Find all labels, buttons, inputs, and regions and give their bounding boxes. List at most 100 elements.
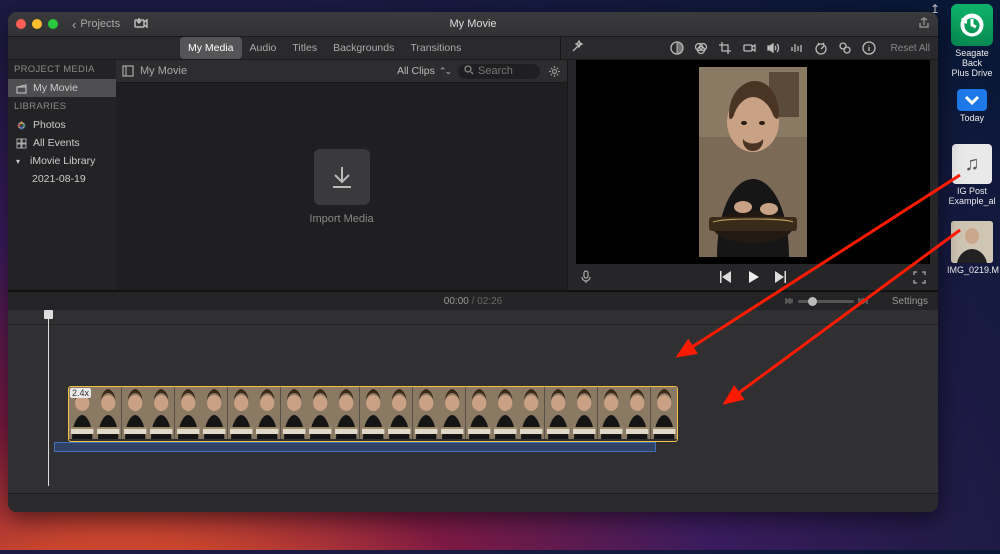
sidebar-section-libraries: LIBRARIES bbox=[8, 97, 116, 116]
sidebar-section-project: PROJECT MEDIA bbox=[8, 60, 116, 79]
back-label[interactable]: Projects bbox=[80, 18, 120, 30]
color-balance-icon[interactable] bbox=[669, 40, 685, 56]
zoom-thumb[interactable] bbox=[808, 297, 817, 306]
tab-titles[interactable]: Titles bbox=[284, 37, 325, 59]
share-button[interactable] bbox=[918, 17, 930, 32]
close-window-button[interactable] bbox=[16, 19, 26, 29]
event-label: 2021-08-19 bbox=[32, 173, 86, 185]
desktop-file-1[interactable]: ♫ IG Post Example_al bbox=[947, 144, 997, 206]
info-icon[interactable] bbox=[861, 40, 877, 56]
sidebar-item-photos[interactable]: Photos bbox=[8, 116, 116, 134]
sidebar-item-event[interactable]: 2021-08-19 bbox=[8, 170, 116, 188]
grid-icon bbox=[16, 138, 27, 149]
playhead[interactable] bbox=[48, 310, 49, 486]
today-folder[interactable]: Today bbox=[947, 89, 997, 123]
sidebar-item-project[interactable]: My Movie bbox=[8, 79, 116, 97]
clip-thumb bbox=[492, 387, 518, 441]
clip-thumb bbox=[281, 387, 307, 441]
filters-icon[interactable] bbox=[837, 40, 853, 56]
search-field[interactable]: Search bbox=[458, 64, 540, 79]
import-arrow-icon bbox=[314, 149, 370, 205]
tab-audio[interactable]: Audio bbox=[242, 37, 285, 59]
clip-thumb bbox=[254, 387, 280, 441]
stabilize-icon[interactable] bbox=[741, 40, 757, 56]
desktop-sidebar: Seagate Back Plus Drive Today ♫ IG Post … bbox=[944, 0, 1000, 554]
clip-thumb bbox=[413, 387, 439, 441]
time-machine-drive[interactable]: Seagate Back Plus Drive bbox=[947, 4, 997, 78]
music-file-icon: ♫ bbox=[952, 144, 992, 184]
timeline[interactable]: 2.4x bbox=[8, 310, 938, 512]
import-label: Import Media bbox=[309, 213, 373, 225]
speed-icon[interactable] bbox=[813, 40, 829, 56]
clip-thumb bbox=[386, 387, 412, 441]
sidebar-item-all-events[interactable]: All Events bbox=[8, 134, 116, 152]
timeline-zoom-slider[interactable] bbox=[784, 296, 868, 306]
browser-settings-icon[interactable] bbox=[548, 65, 561, 78]
video-thumbnail-icon bbox=[951, 221, 993, 263]
fullscreen-icon[interactable] bbox=[913, 271, 926, 284]
time-total: 02:26 bbox=[477, 296, 502, 307]
timeline-footer bbox=[8, 493, 938, 512]
tab-backgrounds[interactable]: Backgrounds bbox=[325, 37, 402, 59]
clip-thumb bbox=[122, 387, 148, 441]
video-clip[interactable]: 2.4x bbox=[68, 386, 678, 442]
back-icon[interactable]: ‹ bbox=[72, 17, 76, 32]
transport-controls bbox=[568, 264, 938, 290]
chevron-down-icon bbox=[957, 89, 987, 111]
clip-thumb bbox=[545, 387, 571, 441]
time-current: 00:00 bbox=[444, 296, 469, 307]
library-label: iMovie Library bbox=[30, 155, 95, 167]
audio-track-lane[interactable] bbox=[54, 442, 656, 452]
play-button[interactable] bbox=[746, 270, 760, 284]
window-title: My Movie bbox=[449, 18, 496, 30]
search-placeholder: Search bbox=[478, 65, 513, 77]
next-button[interactable] bbox=[774, 271, 788, 283]
clip-filter-label: All Clips bbox=[397, 65, 435, 77]
color-correction-icon[interactable] bbox=[693, 40, 709, 56]
clip-thumb bbox=[333, 387, 359, 441]
timeline-settings-button[interactable]: Settings bbox=[892, 296, 928, 307]
clip-thumb bbox=[651, 387, 677, 441]
tab-my-media[interactable]: My Media bbox=[180, 37, 242, 59]
photos-icon bbox=[16, 120, 27, 131]
clip-thumb bbox=[598, 387, 624, 441]
playhead-time: 00:00 / 02:26 bbox=[444, 296, 502, 307]
enhance-wand-icon[interactable] bbox=[570, 40, 584, 54]
disclosure-icon: ▾ bbox=[16, 157, 24, 166]
crop-icon[interactable] bbox=[717, 40, 733, 56]
reset-all-button[interactable]: Reset All bbox=[891, 43, 930, 54]
import-drop-zone[interactable]: Import Media bbox=[116, 83, 567, 290]
clip-thumb bbox=[228, 387, 254, 441]
clapper-icon bbox=[16, 83, 27, 94]
clip-thumb bbox=[439, 387, 465, 441]
sidebar-project-label: My Movie bbox=[33, 82, 78, 94]
prev-button[interactable] bbox=[718, 271, 732, 283]
voiceover-mic-icon[interactable] bbox=[580, 270, 592, 284]
clip-speed-badge: 2.4x bbox=[70, 388, 91, 398]
drive-label: Seagate Back Plus Drive bbox=[951, 48, 992, 78]
clip-thumb bbox=[307, 387, 333, 441]
sidebar-item-library[interactable]: ▾ iMovie Library bbox=[8, 152, 116, 170]
timeline-ruler[interactable] bbox=[8, 310, 938, 325]
import-toolbar-icon[interactable] bbox=[134, 17, 148, 32]
clip-thumb bbox=[95, 387, 121, 441]
preview-canvas[interactable] bbox=[576, 60, 930, 264]
desktop-file-2[interactable]: IMG_0219.M bbox=[947, 213, 997, 275]
file2-label: IMG_0219.M bbox=[947, 265, 999, 275]
imovie-window: ‹ Projects My Movie My MediaAudioTitlesB… bbox=[8, 12, 938, 512]
clip-filter-dropdown[interactable]: All Clips ⌃⌄ bbox=[397, 65, 450, 77]
noise-reduction-icon[interactable] bbox=[789, 40, 805, 56]
clip-thumb bbox=[148, 387, 174, 441]
clip-thumb bbox=[201, 387, 227, 441]
traffic-lights bbox=[16, 19, 58, 29]
zoom-window-button[interactable] bbox=[48, 19, 58, 29]
library-tabs-row: My MediaAudioTitlesBackgroundsTransition… bbox=[8, 37, 938, 60]
volume-icon[interactable] bbox=[765, 40, 781, 56]
updown-icon: ⌃⌄ bbox=[439, 66, 450, 77]
minimize-window-button[interactable] bbox=[32, 19, 42, 29]
clip-thumb bbox=[360, 387, 386, 441]
tab-transitions[interactable]: Transitions bbox=[402, 37, 469, 59]
titlebar: ‹ Projects My Movie bbox=[8, 12, 938, 37]
clip-thumb bbox=[466, 387, 492, 441]
list-view-icon[interactable] bbox=[122, 65, 134, 77]
